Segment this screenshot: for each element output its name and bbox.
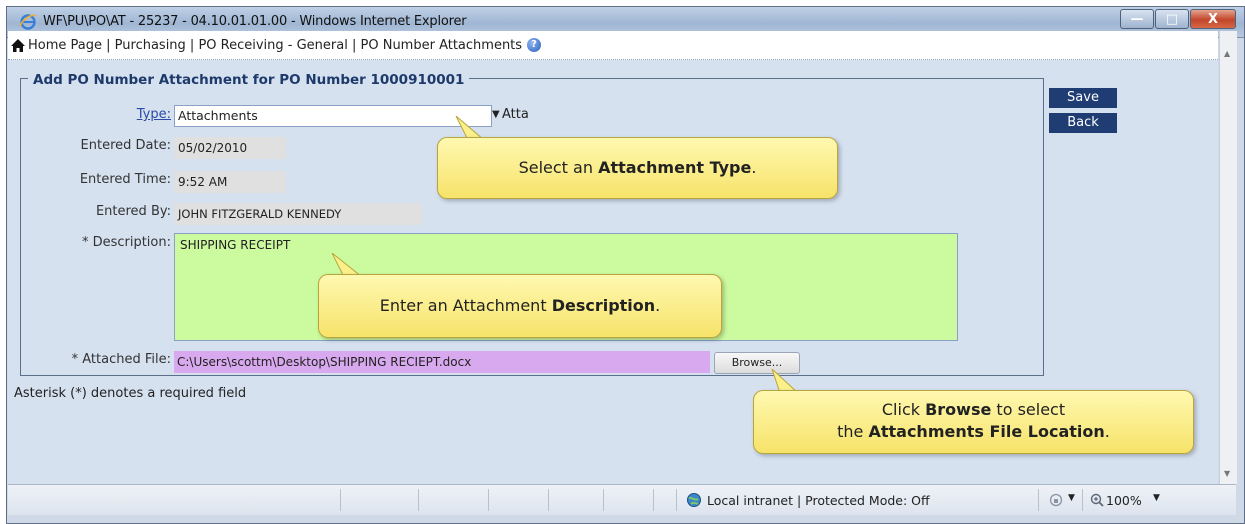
status-divider bbox=[1082, 489, 1083, 511]
status-divider bbox=[603, 489, 604, 511]
protected-mode-lock-icon[interactable] bbox=[1049, 493, 1063, 507]
callout-text: the bbox=[837, 422, 869, 441]
type-callout: Select an Attachment Type. bbox=[437, 137, 838, 199]
browse-callout: Click Browse to select the Attachments F… bbox=[753, 390, 1194, 454]
status-divider bbox=[1038, 489, 1039, 511]
type-select[interactable]: Attachments bbox=[174, 105, 492, 127]
type-label[interactable]: Type: bbox=[8, 107, 171, 122]
callout-text: . bbox=[751, 158, 757, 177]
window-title: WF\PU\PO\AT - 25237 - 04.10.01.01.00 - W… bbox=[43, 14, 467, 29]
breadcrumb-po-receiving[interactable]: PO Receiving - General bbox=[198, 38, 347, 53]
attached-file-label: * Attached File: bbox=[71, 352, 171, 367]
callout-text: Click bbox=[881, 400, 926, 419]
vertical-scrollbar[interactable]: ▲ ▼ bbox=[1219, 31, 1237, 484]
save-button[interactable]: Save bbox=[1049, 88, 1117, 108]
breadcrumb-separator: | bbox=[185, 37, 199, 53]
type-trailing-text: Atta bbox=[502, 107, 529, 122]
breadcrumb-current: PO Number Attachments bbox=[360, 37, 523, 53]
form-legend: Add PO Number Attachment for PO Number 1… bbox=[28, 72, 470, 88]
back-button[interactable]: Back bbox=[1049, 113, 1117, 133]
scroll-up-icon[interactable]: ▲ bbox=[1224, 49, 1230, 58]
help-icon[interactable]: ? bbox=[527, 38, 542, 52]
chevron-down-icon[interactable]: ▼ bbox=[492, 109, 500, 120]
scroll-down-icon[interactable]: ▼ bbox=[1224, 469, 1230, 478]
zoom-level[interactable]: 100% bbox=[1106, 493, 1142, 508]
status-divider bbox=[488, 489, 489, 511]
breadcrumb-separator: | bbox=[347, 37, 361, 53]
entered-date-label: Entered Date: bbox=[80, 138, 171, 153]
status-divider bbox=[418, 489, 419, 511]
close-button[interactable]: X bbox=[1190, 9, 1236, 29]
callout-bold: Description bbox=[551, 296, 656, 315]
callout-text: Select an bbox=[518, 158, 599, 177]
status-divider bbox=[548, 489, 549, 511]
entered-time-value: 9:52 AM bbox=[174, 171, 286, 193]
callout-text: . bbox=[1104, 422, 1110, 441]
chevron-down-icon[interactable]: ▼ bbox=[1153, 493, 1160, 503]
callout-text: to select bbox=[991, 400, 1066, 419]
description-label: * Description: bbox=[81, 235, 171, 250]
callout-bold: Attachment Type bbox=[598, 158, 752, 177]
callout-text: . bbox=[655, 296, 661, 315]
description-callout: Enter an Attachment Description. bbox=[318, 274, 722, 338]
callout-bold: Browse bbox=[925, 400, 992, 419]
page-content: Home Page | Purchasing | PO Receiving - … bbox=[8, 31, 1218, 484]
status-divider bbox=[653, 489, 654, 511]
breadcrumb: Home Page | Purchasing | PO Receiving - … bbox=[8, 31, 1218, 60]
chevron-down-icon[interactable]: ▼ bbox=[1068, 493, 1075, 503]
home-icon bbox=[11, 38, 25, 52]
status-divider bbox=[676, 489, 677, 511]
zoom-icon[interactable] bbox=[1090, 493, 1104, 507]
required-field-note: Asterisk (*) denotes a required field bbox=[14, 386, 247, 401]
entered-by-label: Entered By: bbox=[95, 204, 171, 219]
intranet-globe-icon bbox=[687, 493, 701, 507]
breadcrumb-purchasing[interactable]: Purchasing bbox=[115, 38, 186, 53]
callout-bold: Attachments File Location bbox=[868, 422, 1105, 441]
status-divider bbox=[340, 489, 341, 511]
breadcrumb-home[interactable]: Home Page bbox=[28, 38, 102, 53]
breadcrumb-separator: | bbox=[102, 37, 115, 53]
minimize-button[interactable]: — bbox=[1120, 9, 1154, 29]
callout-text: Enter an Attachment bbox=[379, 296, 552, 315]
security-zone-text[interactable]: Local intranet | Protected Mode: Off bbox=[707, 493, 930, 508]
attached-file-input[interactable]: C:\Users\scottm\Desktop\SHIPPING RECIEPT… bbox=[174, 351, 710, 373]
internet-explorer-icon bbox=[19, 14, 37, 30]
status-bar: Local intranet | Protected Mode: Off ▼ 1… bbox=[8, 484, 1236, 515]
entered-time-label: Entered Time: bbox=[79, 172, 171, 187]
entered-by-value: JOHN FITZGERALD KENNEDY bbox=[174, 203, 422, 225]
entered-date-value: 05/02/2010 bbox=[174, 137, 286, 159]
maximize-button[interactable]: □ bbox=[1155, 9, 1189, 29]
